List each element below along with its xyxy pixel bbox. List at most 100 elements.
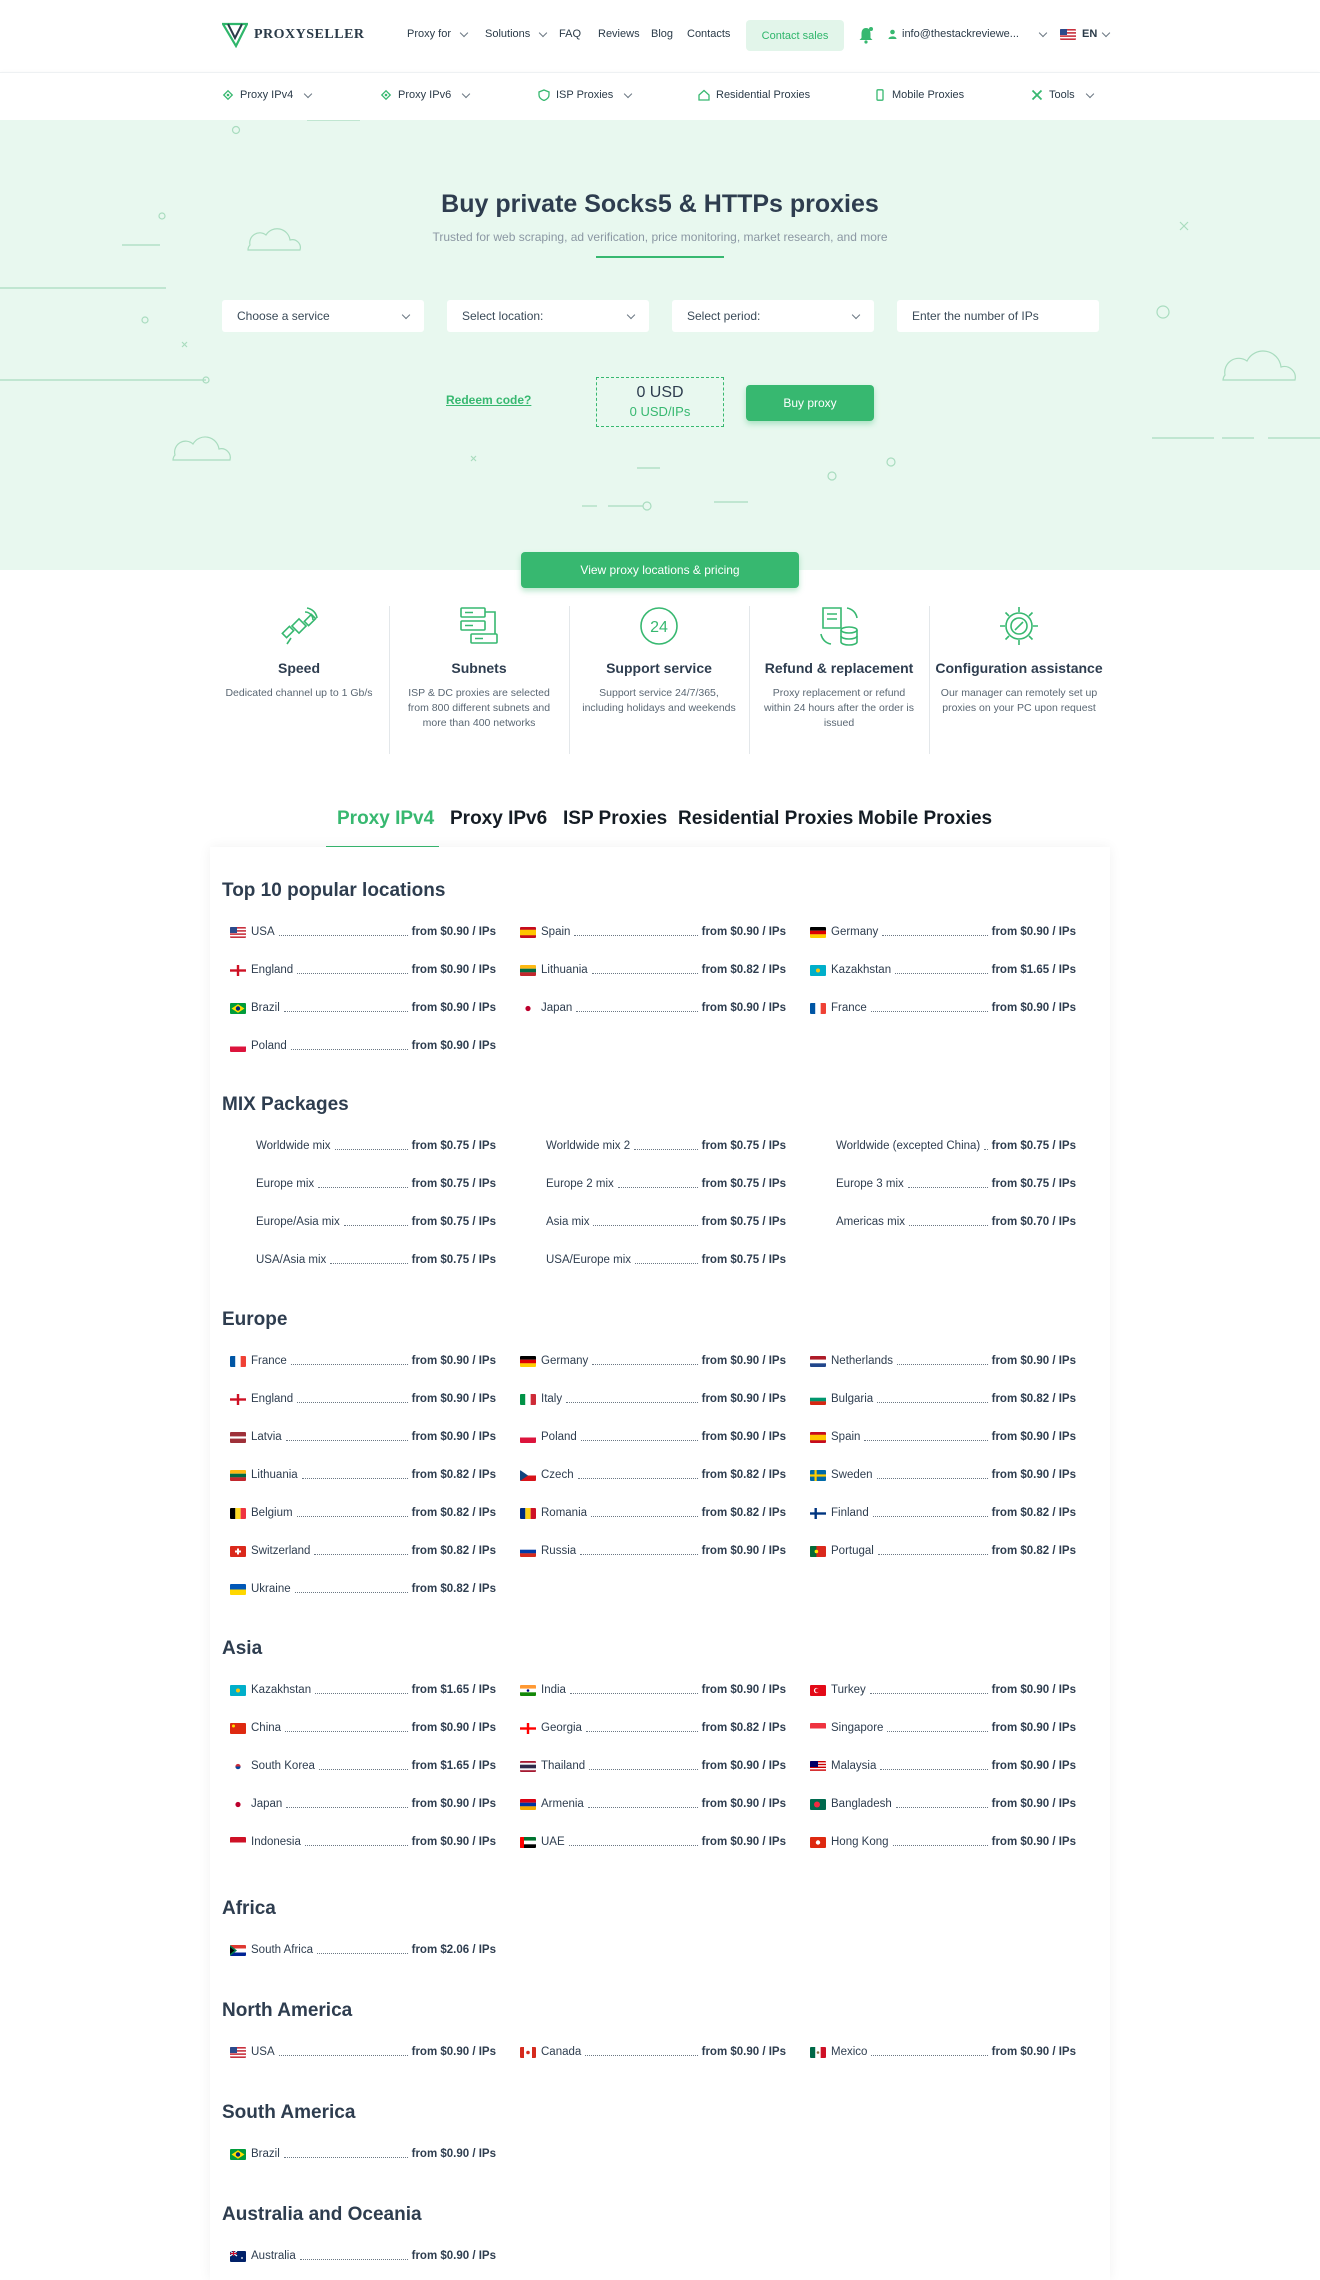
tab-proxy-ipv4[interactable]: Proxy IPv4 <box>337 808 434 830</box>
period-select[interactable]: Select period: <box>672 300 874 332</box>
location-row[interactable]: USA from $0.90 / IPs <box>230 924 496 940</box>
location-row[interactable]: South Korea from $1.65 / IPs <box>230 1758 496 1774</box>
service-select[interactable]: Choose a service <box>222 300 424 332</box>
location-row[interactable]: Romania from $0.82 / IPs <box>520 1505 786 1521</box>
location-row[interactable]: Japan from $0.90 / IPs <box>230 1796 496 1812</box>
location-row[interactable]: Worldwide (excepted China) from $0.75 / I… <box>810 1138 1076 1154</box>
nav-proxy-for[interactable]: Proxy for <box>407 28 469 40</box>
location-row[interactable]: Thailand from $0.90 / IPs <box>520 1758 786 1774</box>
view-locations-button[interactable]: View proxy locations & pricing <box>521 552 799 588</box>
location-row[interactable]: Canada from $0.90 / IPs <box>520 2044 786 2060</box>
location-row[interactable]: Malaysia from $0.90 / IPs <box>810 1758 1076 1774</box>
location-row[interactable]: Lithuania from $0.82 / IPs <box>230 1467 496 1483</box>
location-name: Kazakhstan <box>831 964 892 976</box>
location-row[interactable]: Europe/Asia mix from $0.75 / IPs <box>230 1214 496 1230</box>
nav-faq[interactable]: FAQ <box>559 28 581 40</box>
subnav-proxy-ipv6[interactable]: Proxy IPv6 <box>380 89 471 101</box>
location-row[interactable]: Ukraine from $0.82 / IPs <box>230 1581 496 1597</box>
location-row[interactable]: Finland from $0.82 / IPs <box>810 1505 1076 1521</box>
language-selector[interactable]: EN <box>1060 28 1111 40</box>
location-row[interactable]: Spain from $0.90 / IPs <box>520 924 786 940</box>
location-row[interactable]: Sweden from $0.90 / IPs <box>810 1467 1076 1483</box>
location-row[interactable]: South Africa from $2.06 / IPs <box>230 1942 496 1958</box>
nav-contacts[interactable]: Contacts <box>687 28 730 40</box>
location-row[interactable]: Spain from $0.90 / IPs <box>810 1429 1076 1445</box>
location-row[interactable]: Germany from $0.90 / IPs <box>520 1353 786 1369</box>
nav-blog[interactable]: Blog <box>651 28 673 40</box>
location-row[interactable]: Germany from $0.90 / IPs <box>810 924 1076 940</box>
nav-solutions[interactable]: Solutions <box>485 28 548 40</box>
redeem-code-link[interactable]: Redeem code? <box>446 393 531 407</box>
tab-isp-proxies[interactable]: ISP Proxies <box>563 808 667 830</box>
location-row[interactable]: Netherlands from $0.90 / IPs <box>810 1353 1076 1369</box>
location-row[interactable]: Europe 2 mix from $0.75 / IPs <box>520 1176 786 1192</box>
ip-count-input[interactable]: Enter the number of IPs <box>897 300 1099 332</box>
location-row[interactable]: England from $0.90 / IPs <box>230 1391 496 1407</box>
nav-reviews[interactable]: Reviews <box>598 28 640 40</box>
dotted-leader <box>635 1256 698 1264</box>
location-price: from $0.82 / IPs <box>701 1469 786 1481</box>
location-row[interactable]: UAE from $0.90 / IPs <box>520 1834 786 1850</box>
location-row[interactable]: France from $0.90 / IPs <box>230 1353 496 1369</box>
location-row[interactable]: Armenia from $0.90 / IPs <box>520 1796 786 1812</box>
location-row[interactable]: USA/Europe mix from $0.75 / IPs <box>520 1252 786 1268</box>
location-row[interactable]: Czech from $0.82 / IPs <box>520 1467 786 1483</box>
tab-proxy-ipv6[interactable]: Proxy IPv6 <box>450 808 547 830</box>
location-row[interactable]: Brazil from $0.90 / IPs <box>230 1000 496 1016</box>
account-menu[interactable]: info@thestackreviewe... <box>888 28 1048 40</box>
location-row[interactable]: USA from $0.90 / IPs <box>230 2044 496 2060</box>
location-row[interactable]: Poland from $0.90 / IPs <box>230 1038 496 1054</box>
tab-mobile-proxies[interactable]: Mobile Proxies <box>858 808 992 830</box>
location-name: Bangladesh <box>831 1798 892 1810</box>
location-row[interactable]: Europe mix from $0.75 / IPs <box>230 1176 496 1192</box>
location-row[interactable]: Georgia from $0.82 / IPs <box>520 1720 786 1736</box>
location-row[interactable]: Americas mix from $0.70 / IPs <box>810 1214 1076 1230</box>
location-row[interactable]: Portugal from $0.82 / IPs <box>810 1543 1076 1559</box>
location-row[interactable]: England from $0.90 / IPs <box>230 962 496 978</box>
location-row[interactable]: Russia from $0.90 / IPs <box>520 1543 786 1559</box>
location-row[interactable]: China from $0.90 / IPs <box>230 1720 496 1736</box>
location-row[interactable]: Brazil from $0.90 / IPs <box>230 2146 496 2162</box>
logo[interactable]: PROXYSELLER <box>222 22 365 48</box>
location-row[interactable]: Kazakhstan from $1.65 / IPs <box>810 962 1076 978</box>
location-price: from $0.90 / IPs <box>411 1355 496 1367</box>
location-row[interactable]: India from $0.90 / IPs <box>520 1682 786 1698</box>
location-row[interactable]: Bulgaria from $0.82 / IPs <box>810 1391 1076 1407</box>
location-row[interactable]: France from $0.90 / IPs <box>810 1000 1076 1016</box>
location-row[interactable]: Japan from $0.90 / IPs <box>520 1000 786 1016</box>
location-row[interactable]: Switzerland from $0.82 / IPs <box>230 1543 496 1559</box>
location-row[interactable]: Lithuania from $0.82 / IPs <box>520 962 786 978</box>
location-row[interactable]: Italy from $0.90 / IPs <box>520 1391 786 1407</box>
location-row[interactable]: Europe 3 mix from $0.75 / IPs <box>810 1176 1076 1192</box>
location-price: from $0.90 / IPs <box>411 1836 496 1848</box>
location-row[interactable]: Hong Kong from $0.90 / IPs <box>810 1834 1076 1850</box>
location-row[interactable]: Indonesia from $0.90 / IPs <box>230 1834 496 1850</box>
subnav-tools[interactable]: Tools <box>1031 89 1094 101</box>
location-row[interactable]: Singapore from $0.90 / IPs <box>810 1720 1076 1736</box>
location-row[interactable]: Belgium from $0.82 / IPs <box>230 1505 496 1521</box>
dotted-leader <box>880 1762 988 1770</box>
location-row[interactable]: Kazakhstan from $1.65 / IPs <box>230 1682 496 1698</box>
subnav-residential-proxies[interactable]: Residential Proxies <box>698 89 810 101</box>
server-icon <box>460 607 498 644</box>
location-row[interactable]: Australia from $0.90 / IPs <box>230 2248 496 2264</box>
subnav-proxy-ipv4[interactable]: Proxy IPv4 <box>222 89 313 101</box>
location-row[interactable]: Latvia from $0.90 / IPs <box>230 1429 496 1445</box>
location-select[interactable]: Select location: <box>447 300 649 332</box>
location-row[interactable]: Bangladesh from $0.90 / IPs <box>810 1796 1076 1812</box>
location-row[interactable]: Mexico from $0.90 / IPs <box>810 2044 1076 2060</box>
subnav-mobile-proxies[interactable]: Mobile Proxies <box>874 89 964 101</box>
contact-sales-button[interactable]: Contact sales <box>746 20 844 51</box>
location-row[interactable]: Poland from $0.90 / IPs <box>520 1429 786 1445</box>
dotted-leader <box>592 1357 698 1365</box>
bell-icon[interactable] <box>858 26 874 44</box>
location-row[interactable]: USA/Asia mix from $0.75 / IPs <box>230 1252 496 1268</box>
location-row[interactable]: Turkey from $0.90 / IPs <box>810 1682 1076 1698</box>
location-row[interactable]: Worldwide mix 2 from $0.75 / IPs <box>520 1138 786 1154</box>
tab-residential-proxies[interactable]: Residential Proxies <box>678 808 853 830</box>
location-row[interactable]: Asia mix from $0.75 / IPs <box>520 1214 786 1230</box>
location-row[interactable]: Worldwide mix from $0.75 / IPs <box>230 1138 496 1154</box>
feature-description: Support service 24/7/365, including holi… <box>582 687 736 714</box>
buy-proxy-button[interactable]: Buy proxy <box>746 385 874 421</box>
subnav-isp-proxies[interactable]: ISP Proxies <box>538 89 633 101</box>
